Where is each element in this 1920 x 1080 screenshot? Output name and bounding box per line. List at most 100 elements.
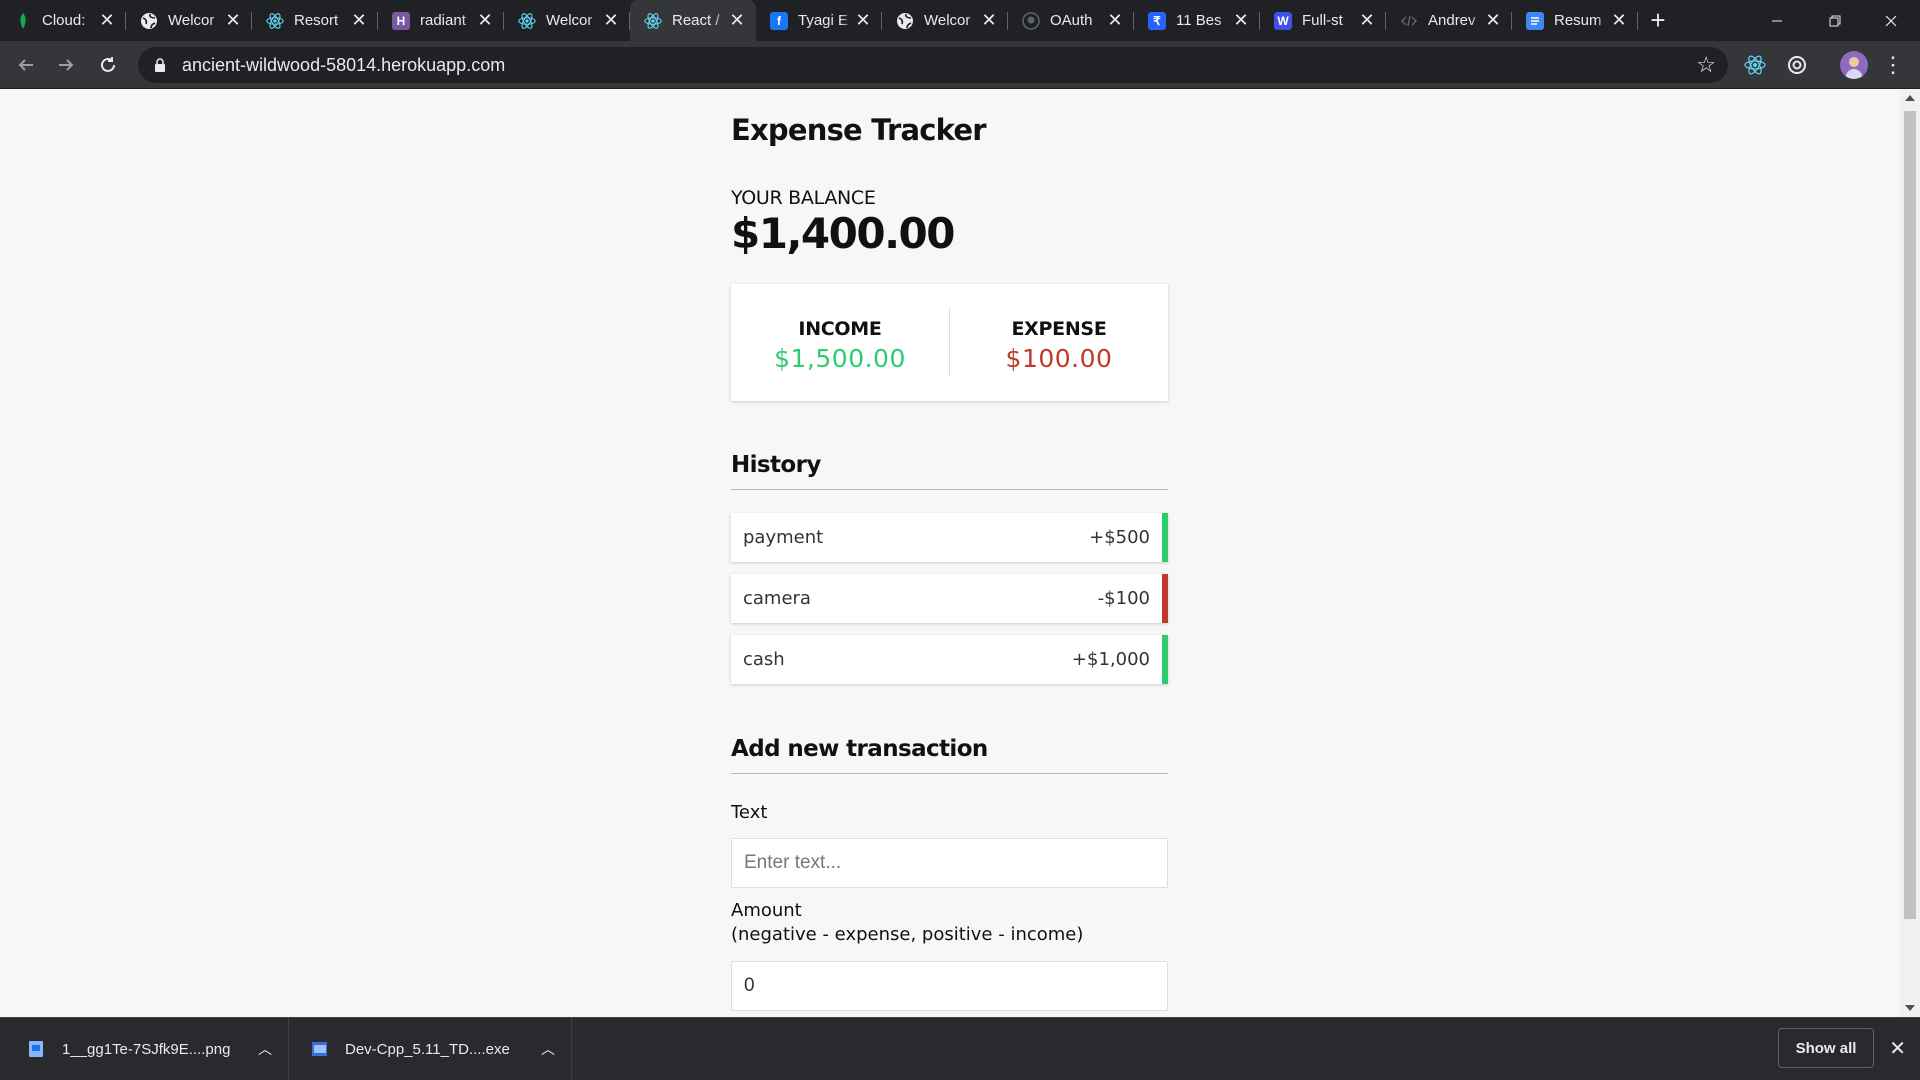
income-label: INCOME xyxy=(798,318,882,340)
heroku-icon: H xyxy=(392,11,410,30)
close-tab-icon[interactable]: ✕ xyxy=(602,10,620,30)
browser-tab[interactable]: Welcor ✕ xyxy=(126,0,252,41)
close-tab-icon[interactable]: ✕ xyxy=(980,10,998,30)
w-logo-icon: W xyxy=(1274,11,1292,30)
download-item-exe[interactable]: Dev-Cpp_5.11_TD....exe ︿ xyxy=(289,1018,571,1080)
download-filename: Dev-Cpp_5.11_TD....exe xyxy=(345,1040,510,1058)
browser-tab-strip: Cloud: ✕ Welcor ✕ Resort ✕ Hradiant ✕ Welcor ✕ Rea… xyxy=(0,0,1920,41)
close-tab-icon[interactable]: ✕ xyxy=(350,10,368,30)
browser-tab[interactable]: W Full-st ✕ xyxy=(1260,0,1386,41)
browser-tab[interactable]: OAuth ✕ xyxy=(1008,0,1134,41)
close-tab-icon[interactable]: ✕ xyxy=(98,10,116,30)
tab-title: Andrev xyxy=(1428,12,1476,29)
list-item[interactable]: cash +$1,000 xyxy=(731,635,1168,684)
react-icon xyxy=(518,12,536,30)
tab-title: Welcor xyxy=(924,12,971,29)
arrow-right-icon xyxy=(59,59,74,71)
income-column: INCOME $1,500.00 xyxy=(731,284,949,401)
address-bar[interactable]: ancient-wildwood-58014.herokuapp.com ☆ xyxy=(138,47,1728,83)
scrollbar-thumb[interactable] xyxy=(1904,111,1916,919)
close-tab-icon[interactable]: ✕ xyxy=(224,10,242,30)
arrow-left-icon xyxy=(18,59,33,71)
transaction-type-indicator xyxy=(1162,513,1168,562)
transaction-text: payment xyxy=(743,527,824,548)
browser-tab[interactable]: Resort ✕ xyxy=(252,0,378,41)
transaction-text: camera xyxy=(743,588,811,609)
restore-icon xyxy=(1829,15,1841,26)
menu-kebab-icon[interactable]: ⋮ xyxy=(1882,53,1904,77)
reload-button[interactable] xyxy=(92,49,124,81)
react-devtools-extension-icon[interactable] xyxy=(1743,53,1767,77)
minimize-button[interactable] xyxy=(1748,0,1806,41)
reload-icon xyxy=(101,57,115,72)
bookmark-app-icon: ₹ xyxy=(1148,11,1166,30)
chevron-up-icon[interactable]: ︿ xyxy=(258,1039,272,1059)
text-field-label: Text xyxy=(731,802,768,823)
browser-tab[interactable]: Resum ✕ xyxy=(1512,0,1638,41)
history-heading: History xyxy=(731,452,1168,490)
amount-input[interactable] xyxy=(731,961,1168,1011)
show-all-downloads-button[interactable]: Show all xyxy=(1778,1028,1874,1068)
download-item-png[interactable]: 1__gg1Te-7SJfk9E....png ︿ xyxy=(0,1018,288,1080)
browser-tab[interactable]: f Tyagi E ✕ xyxy=(756,0,882,41)
close-tab-icon[interactable]: ✕ xyxy=(1358,10,1376,30)
list-item[interactable]: payment +$500 xyxy=(731,513,1168,562)
download-filename: 1__gg1Te-7SJfk9E....png xyxy=(62,1040,231,1058)
close-tab-icon[interactable]: ✕ xyxy=(476,10,494,30)
image-file-icon xyxy=(29,1041,43,1057)
browser-tab[interactable]: Welcor ✕ xyxy=(504,0,630,41)
browser-tab[interactable]: Hradiant ✕ xyxy=(378,0,504,41)
new-tab-button[interactable]: + xyxy=(1638,0,1678,41)
tab-title: 11 Bes xyxy=(1176,12,1222,29)
mongodb-leaf-icon xyxy=(14,12,32,30)
restore-button[interactable] xyxy=(1806,0,1864,41)
close-tab-icon[interactable]: ✕ xyxy=(1232,10,1250,30)
list-item[interactable]: camera -$100 xyxy=(731,574,1168,623)
close-window-button[interactable] xyxy=(1862,0,1920,41)
close-tab-icon[interactable]: ✕ xyxy=(1484,10,1502,30)
transaction-type-indicator xyxy=(1162,574,1168,623)
download-separator xyxy=(571,1018,572,1080)
close-tab-icon[interactable]: ✕ xyxy=(1610,10,1628,30)
tab-list: Cloud: ✕ Welcor ✕ Resort ✕ Hradiant ✕ Welcor ✕ Rea… xyxy=(0,0,1638,41)
tab-title: Cloud: xyxy=(42,12,86,29)
text-input[interactable] xyxy=(731,838,1168,888)
code-icon xyxy=(1400,12,1418,30)
close-tab-icon[interactable]: ✕ xyxy=(728,10,746,30)
profile-avatar[interactable] xyxy=(1840,51,1868,79)
tab-title: radiant xyxy=(420,12,466,29)
transaction-list: payment +$500 camera -$100 cash +$1,000 xyxy=(731,513,1168,696)
browser-tab[interactable]: Andrev ✕ xyxy=(1386,0,1512,41)
transaction-amount: +$1,000 xyxy=(1071,649,1150,670)
exe-file-icon xyxy=(312,1042,327,1056)
close-tab-icon[interactable]: ✕ xyxy=(854,10,872,30)
scroll-down-arrow-icon[interactable] xyxy=(1905,1005,1915,1011)
close-shelf-icon[interactable]: ✕ xyxy=(1889,1036,1906,1061)
expense-label: EXPENSE xyxy=(1011,318,1107,340)
minimize-icon xyxy=(1772,20,1782,21)
back-button[interactable] xyxy=(10,49,42,81)
tab-title: Welcor xyxy=(546,12,593,29)
url-text: ancient-wildwood-58014.herokuapp.com xyxy=(182,54,506,75)
chevron-up-icon[interactable]: ︿ xyxy=(541,1039,555,1059)
globe-icon xyxy=(140,12,158,30)
amount-field-label: Amount (negative - expense, positive - i… xyxy=(731,899,1083,947)
bookmark-star-icon[interactable]: ☆ xyxy=(1696,52,1716,78)
browser-tab[interactable]: ₹11 Bes ✕ xyxy=(1134,0,1260,41)
page-scrollbar[interactable] xyxy=(1900,89,1920,1017)
forward-button[interactable] xyxy=(50,49,82,81)
balance-amount: $1,400.00 xyxy=(731,209,955,258)
page-viewport: Expense Tracker YOUR BALANCE $1,400.00 I… xyxy=(0,89,1900,1017)
scroll-up-arrow-icon[interactable] xyxy=(1905,95,1915,101)
browser-tab[interactable]: Cloud: ✕ xyxy=(0,0,126,41)
browser-toolbar: ancient-wildwood-58014.herokuapp.com ☆ ⋮ xyxy=(0,41,1920,89)
browser-tab[interactable]: React / ✕ xyxy=(630,0,756,41)
close-tab-icon[interactable]: ✕ xyxy=(1106,10,1124,30)
tab-title: Full-st xyxy=(1302,12,1343,29)
browser-tab[interactable]: Welcor ✕ xyxy=(882,0,1008,41)
extension-target-icon[interactable] xyxy=(1785,53,1809,77)
download-shelf: 1__gg1Te-7SJfk9E....png ︿ Dev-Cpp_5.11_T… xyxy=(0,1017,1920,1080)
page-title: Expense Tracker xyxy=(731,113,987,147)
globe-icon xyxy=(896,12,914,30)
transaction-amount: -$100 xyxy=(1097,588,1150,609)
